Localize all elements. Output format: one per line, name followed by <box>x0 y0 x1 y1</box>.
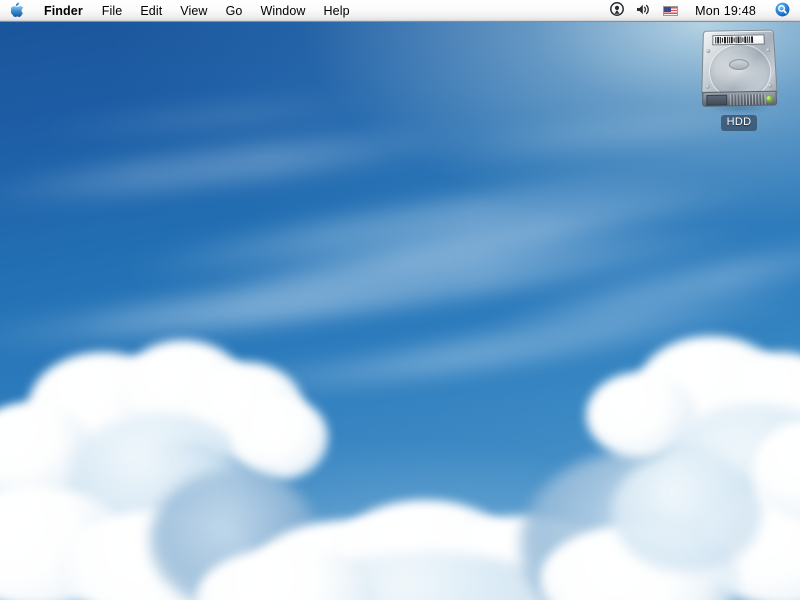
hard-drive-screw <box>768 84 772 88</box>
cirrus-streak <box>0 273 460 357</box>
menu-item-window[interactable]: Window <box>251 0 314 21</box>
hard-drive-body <box>701 30 778 108</box>
volume-speaker-icon <box>636 3 651 19</box>
cloud-puff <box>0 404 94 496</box>
desktop-screen: Finder File Edit View Go Window Help <box>0 0 800 600</box>
menu-bar-left: Finder File Edit View Go Window Help <box>0 0 359 21</box>
apple-logo-icon <box>11 2 24 20</box>
clock-menu[interactable]: Mon 19:48 <box>684 0 769 21</box>
cumulus-cloud-bank <box>0 0 800 600</box>
cloud-puff <box>186 362 304 458</box>
cloud-puff <box>0 400 160 540</box>
menu-bar-clock: Mon 19:48 <box>690 4 763 18</box>
cloud-puff <box>540 524 740 600</box>
cirrus-streak <box>150 326 629 408</box>
volume-menu[interactable] <box>630 0 657 21</box>
us-flag-icon <box>663 6 678 16</box>
cloud-puff <box>0 430 260 600</box>
menu-bar: Finder File Edit View Go Window Help <box>0 0 800 22</box>
cloud-puff <box>60 510 260 600</box>
cirrus-streak <box>301 275 800 399</box>
cirrus-streak <box>121 158 720 291</box>
cloud-puff <box>586 372 696 458</box>
cloud-puff <box>660 404 800 554</box>
cloud-puff <box>70 414 250 544</box>
hard-drive-icon <box>696 24 782 114</box>
cloud-puff <box>330 500 520 600</box>
cloud-puff <box>716 352 800 460</box>
cloud-puff <box>700 486 800 600</box>
user-account-menu[interactable] <box>604 0 630 21</box>
menu-item-label: Go <box>226 4 243 18</box>
cloud-puff <box>420 516 620 600</box>
menu-item-view[interactable]: View <box>171 0 216 21</box>
menu-item-label: View <box>180 4 207 18</box>
apple-menu-button[interactable] <box>0 0 34 21</box>
menu-bar-status-area: Mon 19:48 <box>604 0 800 21</box>
cloud-puff <box>232 396 328 480</box>
cloud-puff <box>752 420 800 520</box>
cloud-puff <box>118 340 248 444</box>
input-source-menu[interactable] <box>657 0 684 21</box>
cloud-puff <box>150 470 320 600</box>
desktop-icon-hdd[interactable]: HDD <box>694 24 784 136</box>
cloud-puff <box>600 398 800 600</box>
cloud-puff <box>20 455 320 600</box>
hard-drive-connector <box>706 95 727 106</box>
hard-drive-screw <box>766 48 770 52</box>
cirrus-streak <box>0 118 480 215</box>
menu-item-edit[interactable]: Edit <box>131 0 171 21</box>
cloud-puff <box>300 552 560 600</box>
menu-item-label: Finder <box>44 4 83 18</box>
cloud-puff <box>0 486 130 600</box>
hard-drive-front-bezel <box>702 91 777 107</box>
user-account-icon <box>610 2 624 19</box>
cirrus-streak <box>213 175 768 307</box>
menu-item-help[interactable]: Help <box>315 0 359 21</box>
hard-drive-led-icon <box>766 96 771 101</box>
cloud-puff <box>636 336 786 446</box>
desktop-wallpaper <box>0 0 800 600</box>
cirrus-streak <box>60 210 760 353</box>
cloud-puff <box>250 520 450 600</box>
cloud-puff <box>196 548 376 600</box>
cloud-puff <box>520 450 760 600</box>
cloud-puff <box>28 352 178 464</box>
flag-canton <box>664 7 671 12</box>
spotlight-search-icon <box>775 2 790 20</box>
menu-item-label: Edit <box>140 4 162 18</box>
menu-item-finder[interactable]: Finder <box>34 0 93 21</box>
menu-item-label: Window <box>260 4 305 18</box>
desktop-icon-label: HDD <box>721 115 758 131</box>
menu-item-label: File <box>102 4 123 18</box>
menu-item-label: Help <box>324 4 350 18</box>
menu-item-go[interactable]: Go <box>217 0 252 21</box>
cloud-puff <box>612 452 762 572</box>
spotlight-menu[interactable] <box>769 0 796 21</box>
menu-item-file[interactable]: File <box>93 0 132 21</box>
hard-drive-barcode-label <box>712 34 765 45</box>
cirrus-streak <box>481 227 800 344</box>
cirrus-streak <box>30 92 390 141</box>
